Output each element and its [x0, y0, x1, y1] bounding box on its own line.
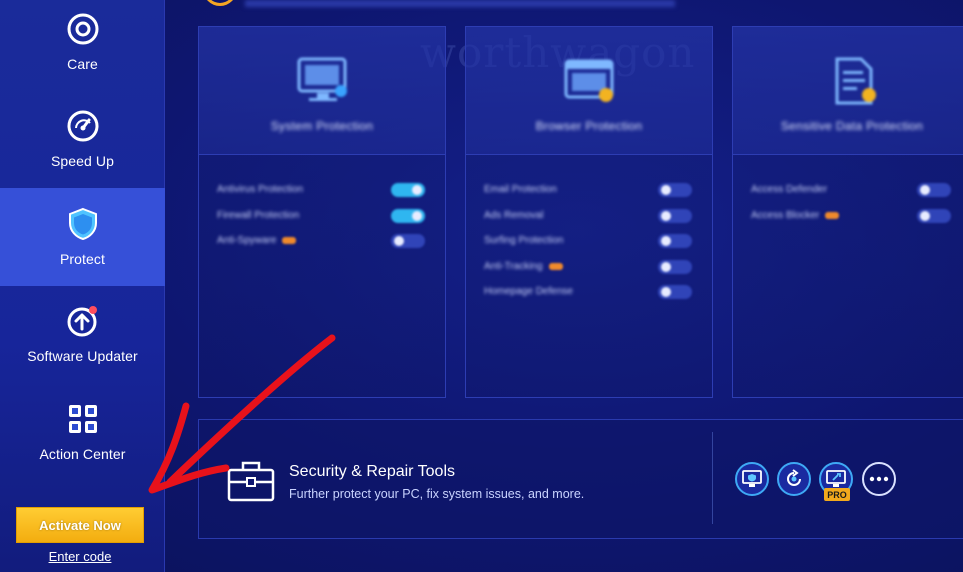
list-item: Anti-Tracking	[484, 254, 696, 280]
more-icon	[869, 476, 889, 482]
toggle-switch[interactable]	[391, 208, 425, 223]
toggle-switch[interactable]	[658, 183, 692, 197]
panel-divider	[712, 432, 713, 524]
sidebar-item-protect[interactable]: Protect	[0, 188, 165, 286]
pro-badge: PRO	[824, 488, 850, 501]
list-item: Firewall Protection	[217, 203, 429, 229]
list-item: Access Defender	[751, 177, 955, 203]
row-label: Firewall Protection	[217, 209, 300, 221]
app-window: Care Speed Up Protect Software Updater A…	[0, 0, 963, 572]
document-icon	[835, 57, 876, 105]
browser-window-icon	[564, 59, 614, 102]
app-logo-icon	[203, 0, 237, 6]
row-label: Access Blocker	[751, 209, 820, 221]
sidebar-item-software-updater[interactable]: Software Updater	[0, 286, 165, 382]
toggle-switch[interactable]	[917, 208, 951, 223]
list-item: Surfing Protection	[484, 228, 696, 254]
toggle-switch[interactable]	[391, 234, 425, 248]
tools-subtitle: Further protect your PC, fix system issu…	[289, 487, 585, 501]
list-item: Ads Removal	[484, 203, 696, 229]
update-arrow-icon	[67, 306, 97, 337]
refresh-tool-icon	[787, 469, 801, 486]
list-item: Anti-Spyware	[217, 228, 429, 254]
sidebar-item-label: Protect	[59, 251, 106, 267]
header-strip	[245, 0, 675, 7]
pro-badge-icon	[282, 237, 297, 245]
list-item: Antivirus Protection	[217, 177, 429, 203]
sidebar-item-label: Action Center	[39, 446, 126, 462]
shield-icon	[68, 207, 97, 241]
card-rows: Email Protection Ads Removal Surfing Pro…	[484, 177, 696, 305]
sidebar-item-label: Care	[67, 56, 98, 72]
row-label: Antivirus Protection	[217, 184, 304, 196]
sidebar-item-action-center[interactable]: Action Center	[0, 384, 165, 480]
list-item: Access Blocker	[751, 203, 955, 229]
pro-badge-icon	[548, 262, 563, 270]
card-header: System Protection	[199, 27, 445, 155]
refresh-tool-button[interactable]	[777, 462, 811, 496]
speedometer-icon	[67, 110, 98, 142]
card-title: Browser Protection	[535, 119, 643, 133]
row-label: Surfing Protection	[484, 235, 564, 247]
sidebar-item-label: Software Updater	[27, 348, 138, 364]
toggle-switch[interactable]	[391, 183, 425, 197]
care-icon	[67, 13, 98, 45]
more-options-button[interactable]	[862, 462, 896, 496]
toggle-switch[interactable]	[658, 285, 692, 299]
card-rows: Antivirus Protection Firewall Protection…	[217, 177, 429, 254]
card-title: Sensitive Data Protection	[780, 119, 924, 133]
monitor-icon	[297, 57, 347, 101]
enter-code-link[interactable]: Enter code	[0, 549, 160, 564]
card-header: Sensitive Data Protection	[733, 27, 963, 155]
card-rows: Access Defender Access Blocker	[751, 177, 955, 228]
monitor-shield-icon	[742, 470, 762, 487]
row-label: Email Protection	[484, 184, 557, 196]
toggle-switch[interactable]	[658, 259, 692, 274]
list-item: Homepage Defense	[484, 279, 696, 305]
tools-title: Security & Repair Tools	[289, 463, 455, 480]
row-label: Anti-Tracking	[484, 260, 543, 272]
monitor-shield-tool-button[interactable]	[735, 462, 769, 496]
row-label: Access Defender	[751, 184, 828, 196]
list-item: Email Protection	[484, 177, 696, 203]
screen-repair-icon	[826, 470, 846, 487]
sidebar: Care Speed Up Protect Software Updater A…	[0, 0, 165, 572]
browser-protection-card: Browser Protection Email Protection Ads …	[465, 26, 713, 398]
card-header: Browser Protection	[466, 27, 712, 155]
sensitive-data-protection-card: Sensitive Data Protection Access Defende…	[732, 26, 963, 398]
activate-now-button[interactable]: Activate Now	[16, 507, 144, 543]
system-protection-card: System Protection Antivirus Protection F…	[198, 26, 446, 398]
row-label: Anti-Spyware	[217, 235, 277, 247]
toggle-switch[interactable]	[658, 208, 692, 223]
sidebar-item-care[interactable]: Care	[0, 0, 165, 90]
toggle-switch[interactable]	[658, 234, 692, 248]
row-label: Ads Removal	[484, 209, 544, 221]
pro-badge-icon	[825, 211, 840, 219]
toggle-switch[interactable]	[917, 183, 951, 197]
card-title: System Protection	[270, 119, 374, 133]
row-label: Homepage Defense	[484, 286, 573, 298]
sidebar-item-speed-up[interactable]: Speed Up	[0, 91, 165, 187]
sidebar-item-label: Speed Up	[50, 153, 115, 169]
grid-apps-icon	[68, 405, 97, 433]
toolbox-icon	[227, 461, 275, 502]
